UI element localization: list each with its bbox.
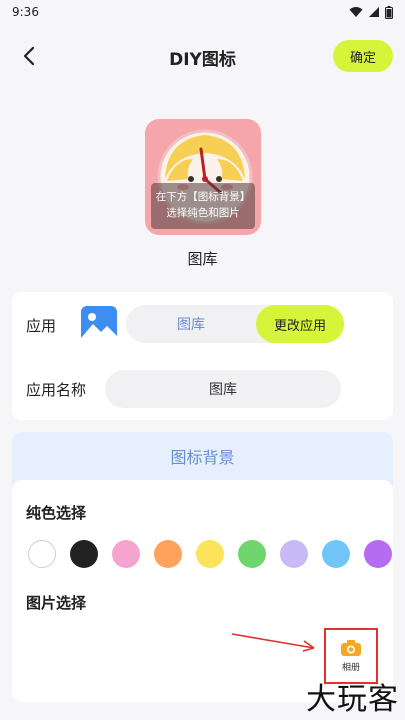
status-time: 9:36 [12, 5, 39, 19]
status-icons [349, 5, 393, 19]
color-swatch-yellow[interactable] [196, 540, 224, 568]
app-toggle: 图库 更改应用 [126, 305, 344, 343]
background-panel: 纯色选择 图片选择 相册 [12, 480, 393, 702]
top-bar: DIY图标 确定 [0, 34, 405, 78]
tab-icon-background[interactable]: 图标背景 [12, 432, 393, 480]
camera-icon [341, 640, 361, 656]
image-select-label: 图片选择 [26, 594, 87, 612]
current-app-option[interactable]: 图库 [126, 305, 256, 343]
gallery-app-icon [81, 306, 117, 342]
album-label: 相册 [341, 663, 360, 673]
battery-icon [385, 5, 393, 19]
color-swatch-black[interactable] [70, 540, 98, 568]
icon-preview: 在下方【图标背景】 选择纯色和图片 [145, 119, 261, 235]
app-label: 应用 [26, 317, 57, 335]
color-swatches [26, 540, 392, 570]
preview-hint-line1: 在下方【图标背景】 [155, 191, 251, 203]
preview-hint-line2: 选择纯色和图片 [166, 207, 240, 219]
annotation-arrow [231, 633, 315, 652]
icon-background-section: 图标背景 纯色选择 图片选择 相册 [12, 432, 393, 702]
status-bar: 9:36 [0, 0, 405, 24]
signal-icon [369, 7, 379, 17]
color-swatch-lavender[interactable] [280, 540, 308, 568]
app-name-field[interactable]: 图库 [105, 370, 341, 408]
app-name-label: 应用名称 [26, 381, 87, 399]
color-swatch-pink[interactable] [112, 540, 140, 568]
color-swatch-white[interactable] [28, 540, 56, 568]
watermark: 大玩客 [306, 682, 399, 717]
solid-color-label: 纯色选择 [26, 504, 87, 522]
confirm-button[interactable]: 确定 [333, 40, 393, 72]
wifi-icon [349, 7, 363, 17]
change-app-button[interactable]: 更改应用 [256, 305, 344, 343]
preview-app-name: 图库 [187, 250, 218, 268]
color-swatch-blue[interactable] [322, 540, 350, 568]
color-swatch-green[interactable] [238, 540, 266, 568]
app-settings-card: 应用 图库 更改应用 应用名称 图库 [12, 292, 393, 420]
color-swatch-purple[interactable] [364, 540, 392, 568]
preview-hint-overlay: 在下方【图标背景】 选择纯色和图片 [151, 183, 255, 229]
color-swatch-orange[interactable] [154, 540, 182, 568]
